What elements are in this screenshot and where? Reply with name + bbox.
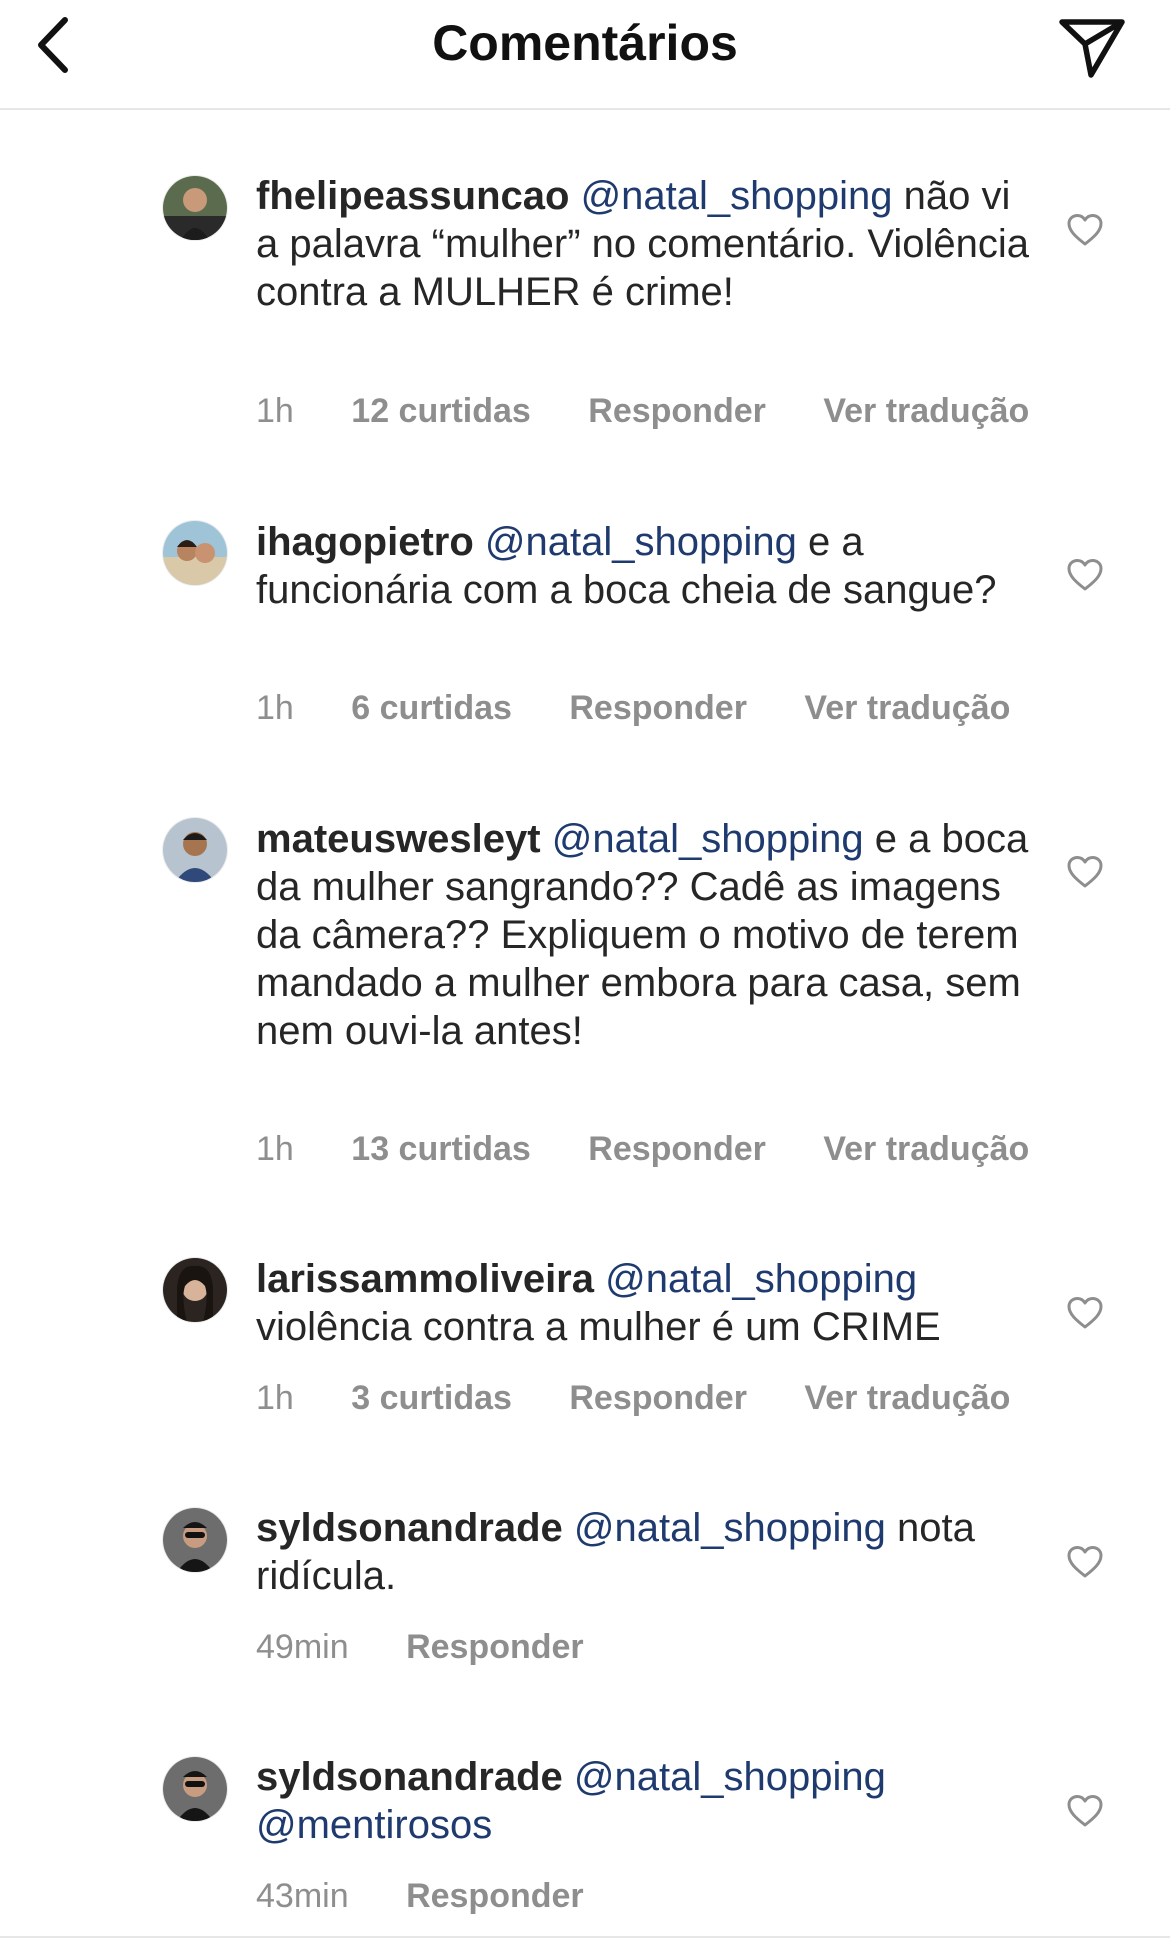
heart-icon [1067, 856, 1103, 888]
comment-time: 49min [256, 1628, 349, 1666]
paper-plane-icon [1059, 19, 1125, 78]
heart-icon [1067, 1297, 1103, 1329]
comment-meta: 1h 12 curtidas Responder Ver tradução [256, 391, 1077, 431]
comment-mention[interactable]: @natal_shopping [574, 1755, 886, 1799]
comment-meta: 1h 3 curtidas Responder Ver tradução [256, 1378, 1058, 1418]
comment-username[interactable]: larissammoliveira [256, 1257, 594, 1301]
heart-icon [1067, 1546, 1103, 1578]
heart-icon [1067, 559, 1103, 591]
comment-mention[interactable]: @natal_shopping [605, 1257, 917, 1301]
avatar[interactable] [163, 818, 227, 882]
comment-meta: 49min Responder [256, 1627, 632, 1667]
like-button[interactable] [1063, 208, 1107, 252]
comment-username[interactable]: fhelipeassuncao [256, 174, 569, 218]
like-button[interactable] [1063, 1540, 1107, 1584]
avatar[interactable] [163, 176, 227, 240]
comment-time: 1h [256, 1130, 294, 1168]
divider [0, 1936, 1170, 1938]
reply-button[interactable]: Responder [569, 1378, 747, 1418]
comment-text: mateuswesleyt @natal_shopping e a boca d… [256, 815, 1036, 1055]
comment-username[interactable]: mateuswesleyt [256, 817, 541, 861]
reply-button[interactable]: Responder [588, 1129, 766, 1169]
comment-body: violência contra a mulher é um CRIME [256, 1305, 941, 1349]
translate-button[interactable]: Ver tradução [804, 688, 1010, 728]
comment-username[interactable]: syldsonandrade [256, 1755, 563, 1799]
comment-text: larissammoliveira @natal_shopping violên… [256, 1255, 1036, 1351]
comment-meta: 1h 13 curtidas Responder Ver tradução [256, 1129, 1077, 1169]
comment-likes[interactable]: 3 curtidas [351, 1378, 512, 1418]
comment-time: 1h [256, 689, 294, 727]
reply-button[interactable]: Responder [406, 1627, 584, 1667]
reply-button[interactable]: Responder [569, 688, 747, 728]
page-title: Comentários [432, 15, 738, 71]
comment-username[interactable]: ihagopietro [256, 520, 474, 564]
avatar[interactable] [163, 1757, 227, 1821]
heart-icon [1067, 1795, 1103, 1827]
comment-likes[interactable]: 6 curtidas [351, 688, 512, 728]
avatar[interactable] [163, 521, 227, 585]
translate-button[interactable]: Ver tradução [804, 1378, 1010, 1418]
reply-button[interactable]: Responder [588, 391, 766, 431]
translate-button[interactable]: Ver tradução [823, 391, 1029, 431]
comment-mention[interactable]: @mentirosos [256, 1803, 492, 1847]
heart-icon [1067, 214, 1103, 246]
avatar[interactable] [163, 1258, 227, 1322]
comment-text: syldsonandrade @natal_shopping nota ridí… [256, 1504, 1036, 1600]
comment-text: fhelipeassuncao @natal_shopping não vi a… [256, 172, 1036, 316]
translate-button[interactable]: Ver tradução [823, 1129, 1029, 1169]
comment-time: 43min [256, 1877, 349, 1915]
like-button[interactable] [1063, 850, 1107, 894]
send-button[interactable] [1052, 8, 1132, 88]
reply-button[interactable]: Responder [406, 1876, 584, 1916]
like-button[interactable] [1063, 1291, 1107, 1335]
comment-meta: 1h 6 curtidas Responder Ver tradução [256, 688, 1058, 728]
like-button[interactable] [1063, 553, 1107, 597]
comment-mention[interactable]: @natal_shopping [581, 174, 893, 218]
like-button[interactable] [1063, 1789, 1107, 1833]
comment-mention[interactable]: @natal_shopping [574, 1506, 886, 1550]
header: Comentários [0, 0, 1170, 110]
comment-username[interactable]: syldsonandrade [256, 1506, 563, 1550]
comment-mention[interactable]: @natal_shopping [485, 520, 797, 564]
avatar[interactable] [163, 1508, 227, 1572]
comment-meta: 43min Responder [256, 1876, 632, 1916]
comment-time: 1h [256, 1379, 294, 1417]
comment-text: syldsonandrade @natal_shopping @mentiros… [256, 1753, 1036, 1849]
comment-mention[interactable]: @natal_shopping [552, 817, 864, 861]
comment-text: ihagopietro @natal_shopping e a funcioná… [256, 518, 1036, 614]
comment-time: 1h [256, 392, 294, 430]
comment-likes[interactable]: 12 curtidas [351, 391, 531, 431]
comment-likes[interactable]: 13 curtidas [351, 1129, 531, 1169]
